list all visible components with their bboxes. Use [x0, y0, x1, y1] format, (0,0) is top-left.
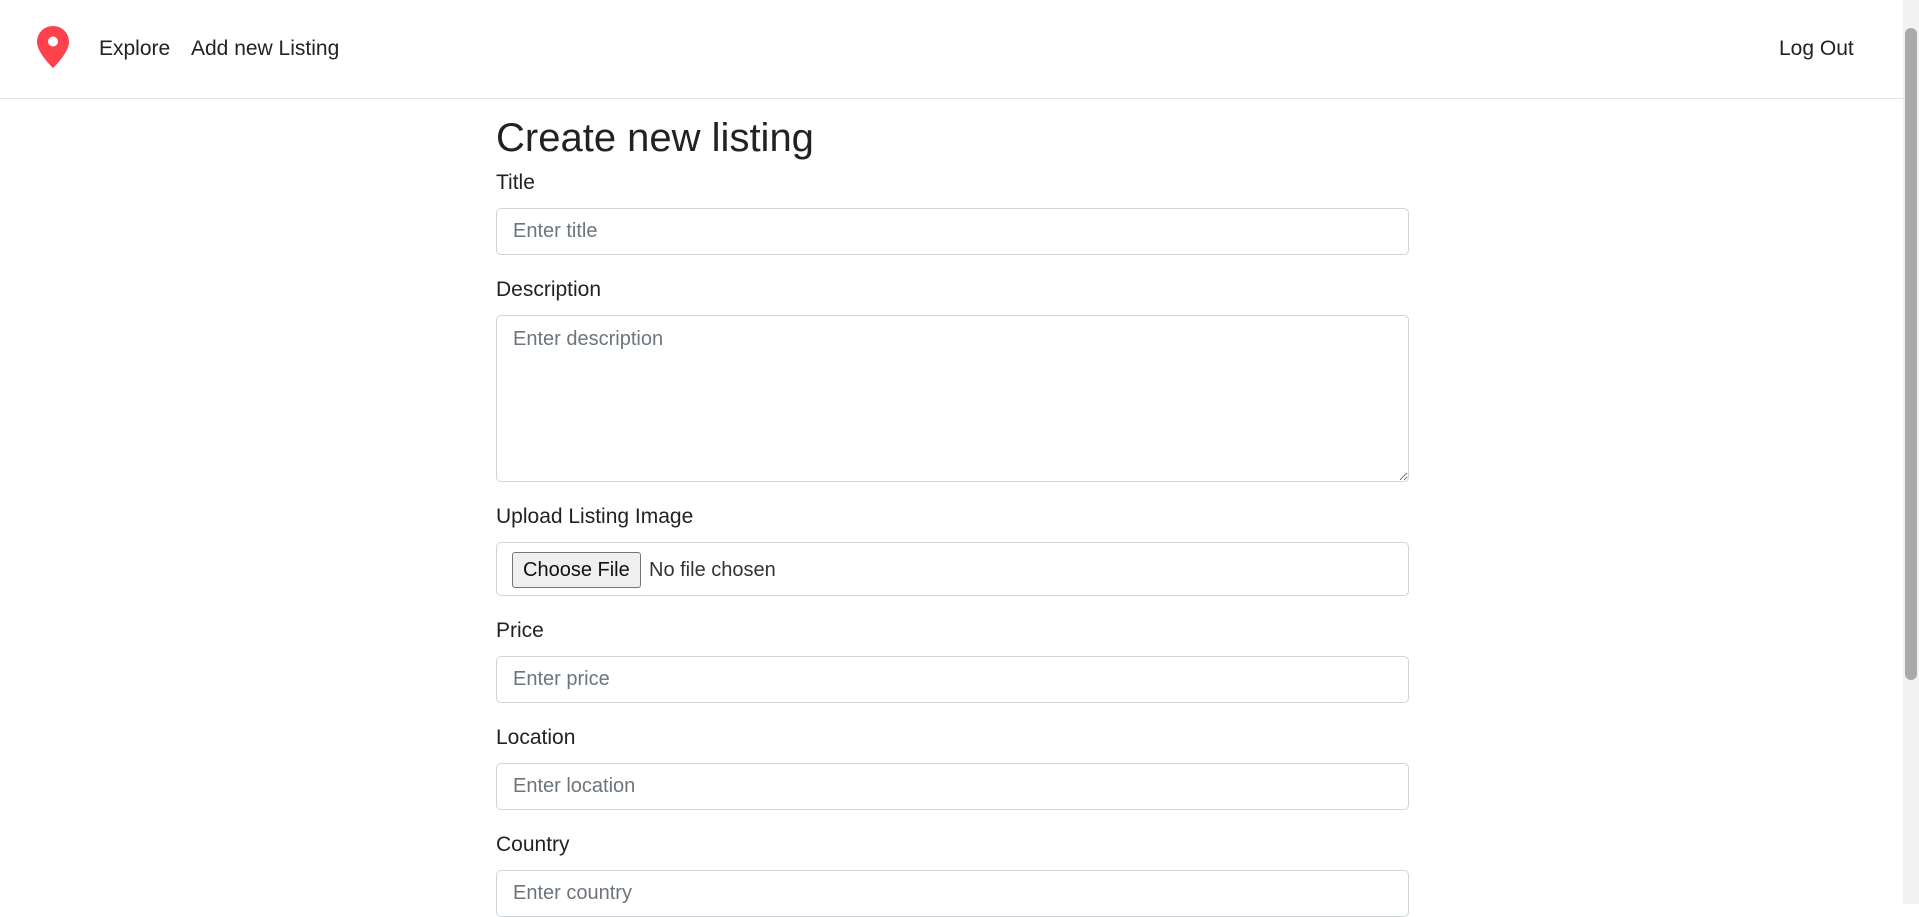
- image-file-input[interactable]: Choose File No file chosen: [496, 542, 1409, 596]
- location-input[interactable]: [496, 763, 1409, 810]
- map-pin-icon[interactable]: [36, 25, 70, 69]
- price-input[interactable]: [496, 656, 1409, 703]
- country-label: Country: [496, 833, 570, 856]
- nav-link-add-new-listing[interactable]: Add new Listing: [191, 37, 339, 61]
- price-label: Price: [496, 619, 544, 642]
- country-input[interactable]: [496, 870, 1409, 917]
- scrollbar-thumb[interactable]: [1905, 28, 1917, 680]
- upload-image-label: Upload Listing Image: [496, 505, 694, 528]
- description-label: Description: [496, 278, 602, 301]
- title-label: Title: [496, 171, 535, 194]
- page-title: Create new listing: [496, 116, 814, 160]
- navbar: Explore Add new Listing Log Out: [0, 0, 1903, 99]
- location-label: Location: [496, 726, 576, 749]
- choose-file-button[interactable]: Choose File: [512, 552, 641, 588]
- nav-link-log-out[interactable]: Log Out: [1779, 37, 1854, 61]
- nav-link-explore[interactable]: Explore: [99, 37, 170, 61]
- file-status-text: No file chosen: [649, 559, 776, 581]
- description-textarea[interactable]: [496, 315, 1409, 482]
- title-input[interactable]: [496, 208, 1409, 255]
- page-scrollbar[interactable]: [1903, 0, 1919, 904]
